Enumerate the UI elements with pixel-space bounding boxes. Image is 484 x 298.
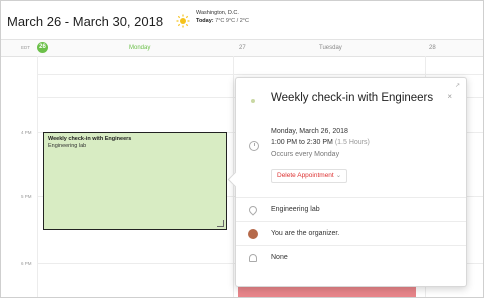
resize-handle[interactable]: [217, 220, 224, 227]
event-time: 1:00 PM to 2:30 PM (1.5 Hours): [271, 139, 370, 146]
calendar-header: March 26 - March 30, 2018 Washington, D.…: [1, 1, 483, 39]
location-name: Washington, D.C.: [196, 10, 239, 16]
sun-icon: [176, 14, 190, 28]
event-location: Engineering lab: [48, 143, 87, 149]
event-details-popover: ↗ × Weekly check-in with Engineers Monda…: [235, 77, 467, 287]
reminder-row[interactable]: None: [236, 245, 466, 270]
day-name-monday[interactable]: Monday: [129, 45, 150, 51]
chevron-down-icon: ⌄: [335, 172, 342, 179]
reminder-value: None: [271, 254, 288, 261]
clock-icon: [249, 141, 259, 151]
hour-label-5pm: 5 PM: [21, 194, 32, 199]
day-name-tuesday[interactable]: Tuesday: [319, 45, 342, 51]
calendar-window: March 26 - March 30, 2018 Washington, D.…: [0, 0, 484, 298]
today-badge[interactable]: 26: [37, 42, 48, 53]
location-pin-icon: [247, 204, 259, 216]
event-duration: (1.5 Hours): [334, 139, 370, 146]
event-title: Weekly check-in with Engineers: [48, 136, 132, 142]
timezone-label: EDT: [21, 45, 30, 50]
avatar: [248, 229, 258, 239]
day-number-27[interactable]: 27: [239, 45, 246, 51]
bell-icon: [249, 254, 257, 262]
grid-divider: [37, 56, 38, 297]
date-range-title: March 26 - March 30, 2018: [7, 14, 164, 29]
hour-label-4pm: 4 PM: [21, 130, 32, 135]
event-block-weekly-checkin[interactable]: Weekly check-in with Engineers Engineeri…: [43, 132, 227, 230]
weather-today: Today: 7°C 9°C / 2°C: [196, 18, 249, 24]
hour-label-6pm: 6 PM: [21, 261, 32, 266]
popover-location: Engineering lab: [271, 206, 320, 213]
close-icon[interactable]: ×: [447, 92, 452, 101]
calendar-color-dot: [251, 99, 255, 103]
expand-icon[interactable]: ↗: [455, 82, 460, 89]
location-row[interactable]: Engineering lab: [236, 197, 466, 222]
weather-location[interactable]: Washington, D.C. Today: 7°C 9°C / 2°C: [196, 9, 249, 25]
delete-appointment-button[interactable]: Delete Appointment ⌄: [271, 169, 348, 183]
organizer-text: You are the organizer.: [271, 230, 340, 237]
day-header-row: EDT 26 Monday 27 Tuesday 28: [1, 39, 483, 57]
popover-title: Weekly check-in with Engineers: [271, 92, 434, 104]
day-number-28[interactable]: 28: [429, 45, 436, 51]
event-date: Monday, March 26, 2018: [271, 128, 348, 135]
event-recurrence: Occurs every Monday: [271, 151, 340, 158]
grid-line: [37, 74, 483, 75]
organizer-row: You are the organizer.: [236, 221, 466, 246]
